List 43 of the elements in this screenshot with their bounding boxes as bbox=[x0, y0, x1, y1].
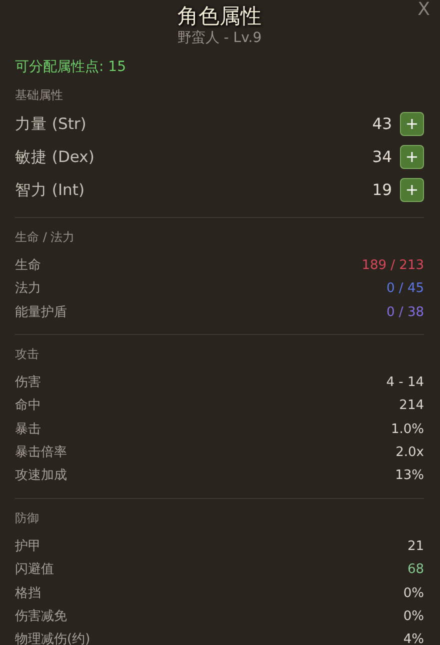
section-heading: 基础属性 bbox=[15, 86, 64, 104]
stat-value: 1.0% bbox=[390, 420, 424, 439]
stat-value: 0% bbox=[403, 584, 424, 603]
stat-name: 伤害 bbox=[15, 374, 42, 392]
attribute-name: 智力 (Int) bbox=[15, 180, 86, 201]
stat-value: 13% bbox=[395, 467, 424, 486]
stat-name: 物理减伤(约) bbox=[15, 631, 92, 645]
increase-button[interactable]: + bbox=[400, 112, 424, 136]
stat-name: 暴击倍率 bbox=[15, 444, 68, 462]
stat-name: 法力 bbox=[15, 280, 42, 298]
section-heading: 生命 / 法力 bbox=[15, 228, 76, 246]
section-heading: 防御 bbox=[15, 510, 40, 527]
stat-value: 4% bbox=[403, 631, 424, 645]
stat-value: 0 / 45 bbox=[386, 280, 424, 298]
stat-name: 格挡 bbox=[15, 584, 42, 603]
stat-value: 4 - 14 bbox=[386, 374, 424, 392]
stat-name: 闪避值 bbox=[15, 561, 55, 580]
stat-value: 0 / 38 bbox=[386, 304, 424, 322]
stat-name: 能量护盾 bbox=[15, 304, 68, 322]
stat-value: 0% bbox=[403, 608, 424, 626]
section-heading: 攻击 bbox=[15, 346, 40, 363]
unspent-points: 可分配属性点: 15 bbox=[15, 58, 127, 77]
stat-name: 伤害减免 bbox=[15, 608, 68, 626]
stat-value: 214 bbox=[399, 397, 424, 416]
stat-value: 68 bbox=[407, 561, 424, 580]
close-button[interactable]: X bbox=[414, 0, 434, 23]
stat-value: 21 bbox=[407, 538, 424, 556]
increase-button[interactable]: + bbox=[400, 178, 424, 202]
class-level-subtitle: 野蛮人 - Lv.9 bbox=[176, 30, 263, 47]
stat-name: 生命 bbox=[15, 256, 42, 275]
window-title: 角色属性 bbox=[178, 3, 262, 30]
increase-button[interactable]: + bbox=[400, 145, 424, 170]
attribute-name: 力量 (Str) bbox=[15, 114, 88, 135]
stat-name: 暴击 bbox=[15, 420, 42, 439]
attribute-value: 34 bbox=[372, 146, 392, 168]
stat-name: 护甲 bbox=[15, 538, 42, 556]
attribute-name: 敏捷 (Dex) bbox=[15, 146, 96, 168]
stat-name: 攻速加成 bbox=[15, 467, 68, 486]
stat-name: 命中 bbox=[15, 397, 42, 416]
attribute-value: 43 bbox=[372, 114, 392, 135]
stat-value: 2.0x bbox=[396, 444, 424, 462]
stat-value: 189 / 213 bbox=[362, 256, 424, 275]
attribute-value: 19 bbox=[372, 180, 392, 201]
